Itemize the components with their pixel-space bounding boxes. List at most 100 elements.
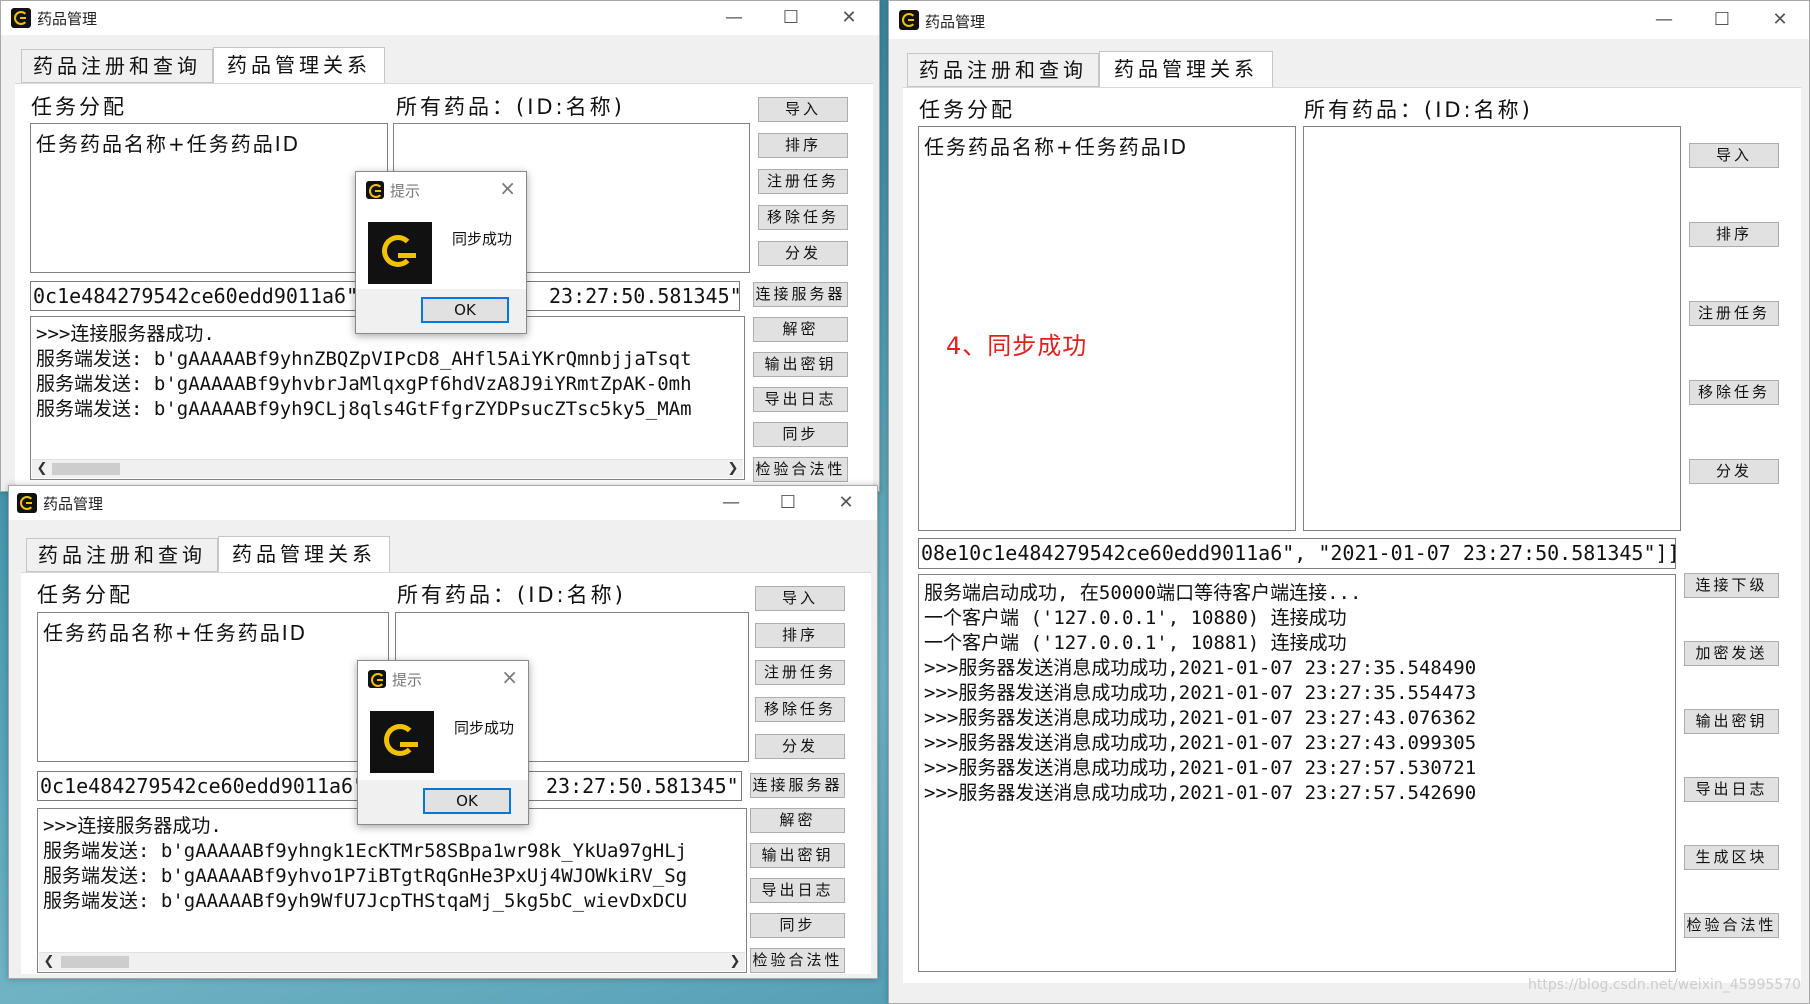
all-drugs-listbox[interactable] bbox=[1303, 126, 1681, 531]
app-icon bbox=[17, 493, 37, 513]
distribute-button[interactable]: 分发 bbox=[1689, 459, 1779, 484]
encrypt-send-button[interactable]: 加密发送 bbox=[1684, 641, 1779, 666]
export-log-button[interactable]: 导出日志 bbox=[750, 878, 845, 903]
decrypt-button[interactable]: 解密 bbox=[753, 317, 848, 342]
log-line: >>>连接服务器成功. bbox=[43, 815, 222, 837]
log-textbox[interactable]: >>>连接服务器成功. 服务端发送: b'gAAAAABf9yhnZBQZpVI… bbox=[30, 316, 745, 480]
entry-text-left: 0c1e484279542ce60edd9011a6", bbox=[40, 774, 378, 798]
tab-drug-register[interactable]: 药品注册和查询 bbox=[26, 538, 218, 572]
log-line: 服务端发送: b'gAAAAABf9yh9WfU7JcpTHStqaMj_5kg… bbox=[43, 890, 688, 912]
scroll-left-icon[interactable]: ❮ bbox=[34, 460, 50, 478]
connect-server-button[interactable]: 连接服务器 bbox=[750, 773, 845, 798]
verify-legality-button[interactable]: 检验合法性 bbox=[750, 948, 845, 973]
log-line: 服务端发送: b'gAAAAABf9yhvo1P7iBTgtRqGnHe3PxU… bbox=[43, 865, 688, 887]
export-key-button[interactable]: 输出密钥 bbox=[750, 843, 845, 868]
maximize-icon[interactable]: ☐ bbox=[773, 488, 803, 518]
distribute-button[interactable]: 分发 bbox=[758, 241, 848, 266]
maximize-icon[interactable]: ☐ bbox=[776, 3, 806, 33]
scroll-right-icon[interactable]: ❯ bbox=[727, 953, 743, 971]
maximize-icon[interactable]: ☐ bbox=[1707, 5, 1737, 35]
dialog-footer: OK bbox=[356, 289, 526, 333]
log-line: >>>服务器发送消息成功成功,2021-01-07 23:27:57.54269… bbox=[924, 782, 1477, 804]
remove-task-button[interactable]: 移除任务 bbox=[755, 697, 845, 722]
log-line: >>>服务器发送消息成功成功,2021-01-07 23:27:35.54849… bbox=[924, 657, 1477, 679]
export-log-button[interactable]: 导出日志 bbox=[753, 387, 848, 412]
horizontal-scrollbar[interactable]: ❮ ❯ bbox=[32, 459, 743, 478]
verify-legality-button[interactable]: 检验合法性 bbox=[753, 457, 848, 482]
connect-lower-button[interactable]: 连接下级 bbox=[1684, 573, 1779, 598]
ok-button[interactable]: OK bbox=[421, 297, 509, 323]
task-assign-label: 任务分配 bbox=[31, 95, 127, 119]
remove-task-button[interactable]: 移除任务 bbox=[758, 205, 848, 230]
dialog-close-icon[interactable]: × bbox=[499, 176, 516, 200]
scroll-left-icon[interactable]: ❮ bbox=[41, 953, 57, 971]
sort-button[interactable]: 排序 bbox=[1689, 222, 1779, 247]
scroll-right-icon[interactable]: ❯ bbox=[725, 460, 741, 478]
generate-block-button[interactable]: 生成区块 bbox=[1684, 845, 1779, 870]
dialog-footer: OK bbox=[358, 780, 528, 824]
annotation-sync-success: 4、同步成功 bbox=[946, 332, 1088, 360]
tab-drug-register[interactable]: 药品注册和查询 bbox=[21, 49, 213, 83]
log-line: 服务端发送: b'gAAAAABf9yhnZBQZpVIPcD8_AHfl5Ai… bbox=[36, 348, 692, 370]
chain-entry[interactable]: 08e10c1e484279542ce60edd9011a6", "2021-0… bbox=[918, 538, 1676, 569]
minimize-icon[interactable]: — bbox=[716, 488, 746, 518]
log-line: 服务端启动成功, 在50000端口等待客户端连接... bbox=[924, 582, 1362, 604]
sync-success-dialog: 提示 × 同步成功 OK bbox=[355, 171, 527, 334]
verify-legality-button[interactable]: 检验合法性 bbox=[1684, 913, 1779, 938]
log-textbox[interactable]: >>>连接服务器成功. 服务端发送: b'gAAAAABf9yhngk1EcKT… bbox=[37, 808, 747, 973]
title-bar[interactable]: 药品管理 — ☐ ✕ bbox=[889, 1, 1809, 39]
decrypt-button[interactable]: 解密 bbox=[750, 808, 845, 833]
import-button[interactable]: 导入 bbox=[1689, 143, 1779, 168]
scroll-thumb[interactable] bbox=[61, 956, 129, 968]
import-button[interactable]: 导入 bbox=[758, 97, 848, 122]
remove-task-button[interactable]: 移除任务 bbox=[1689, 380, 1779, 405]
register-task-button[interactable]: 注册任务 bbox=[755, 660, 845, 685]
log-line: >>>服务器发送消息成功成功,2021-01-07 23:27:57.53072… bbox=[924, 757, 1477, 779]
task-listbox[interactable]: 任务药品名称+任务药品ID bbox=[30, 123, 388, 273]
dialog-app-icon bbox=[366, 181, 384, 199]
close-icon[interactable]: ✕ bbox=[834, 3, 864, 33]
log-line: >>>服务器发送消息成功成功,2021-01-07 23:27:43.07636… bbox=[924, 707, 1477, 729]
task-listbox[interactable]: 任务药品名称+任务药品ID bbox=[37, 612, 389, 762]
horizontal-scrollbar[interactable]: ❮ ❯ bbox=[39, 952, 745, 971]
server-log-textbox[interactable]: 服务端启动成功, 在50000端口等待客户端连接... 一个客户端 ('127.… bbox=[918, 574, 1676, 972]
all-drugs-label: 所有药品：(ID:名称) bbox=[396, 95, 625, 119]
ok-button[interactable]: OK bbox=[423, 788, 511, 814]
dialog-message: 同步成功 bbox=[454, 719, 515, 737]
window-title: 药品管理 bbox=[43, 495, 104, 513]
tab-drug-relations[interactable]: 药品管理关系 bbox=[213, 47, 385, 84]
log-line: 一个客户端 ('127.0.0.1', 10880) 连接成功 bbox=[924, 607, 1347, 629]
register-task-button[interactable]: 注册任务 bbox=[1689, 301, 1779, 326]
export-key-button[interactable]: 输出密钥 bbox=[753, 352, 848, 377]
close-icon[interactable]: ✕ bbox=[831, 488, 861, 518]
import-button[interactable]: 导入 bbox=[755, 586, 845, 611]
title-bar[interactable]: 药品管理 — ☐ ✕ bbox=[9, 486, 877, 520]
dialog-logo-icon bbox=[368, 222, 432, 284]
window-title: 药品管理 bbox=[925, 13, 986, 31]
tab-drug-relations[interactable]: 药品管理关系 bbox=[1099, 51, 1273, 88]
all-drugs-label: 所有药品：(ID:名称) bbox=[1304, 98, 1533, 122]
dialog-app-icon bbox=[368, 670, 386, 688]
export-log-button[interactable]: 导出日志 bbox=[1684, 777, 1779, 802]
task-assign-label: 任务分配 bbox=[919, 98, 1015, 122]
app-icon bbox=[899, 10, 919, 30]
scroll-thumb[interactable] bbox=[52, 463, 120, 475]
sync-button[interactable]: 同步 bbox=[750, 913, 845, 938]
tab-drug-register[interactable]: 药品注册和查询 bbox=[907, 53, 1099, 87]
dialog-close-icon[interactable]: × bbox=[501, 665, 518, 689]
log-line: >>>连接服务器成功. bbox=[36, 323, 215, 345]
tab-drug-relations[interactable]: 药品管理关系 bbox=[218, 536, 390, 573]
export-key-button[interactable]: 输出密钥 bbox=[1684, 709, 1779, 734]
connect-server-button[interactable]: 连接服务器 bbox=[753, 282, 848, 307]
close-icon[interactable]: ✕ bbox=[1765, 5, 1795, 35]
distribute-button[interactable]: 分发 bbox=[755, 734, 845, 759]
sort-button[interactable]: 排序 bbox=[755, 623, 845, 648]
sort-button[interactable]: 排序 bbox=[758, 133, 848, 158]
client-window-1: 药品管理 — ☐ ✕ 药品注册和查询 药品管理关系 任务分配 所有药品：(ID:… bbox=[0, 0, 880, 492]
title-bar[interactable]: 药品管理 — ☐ ✕ bbox=[1, 1, 879, 35]
minimize-icon[interactable]: — bbox=[719, 3, 749, 33]
task-assign-label: 任务分配 bbox=[37, 583, 133, 607]
register-task-button[interactable]: 注册任务 bbox=[758, 169, 848, 194]
minimize-icon[interactable]: — bbox=[1649, 5, 1679, 35]
sync-button[interactable]: 同步 bbox=[753, 422, 848, 447]
